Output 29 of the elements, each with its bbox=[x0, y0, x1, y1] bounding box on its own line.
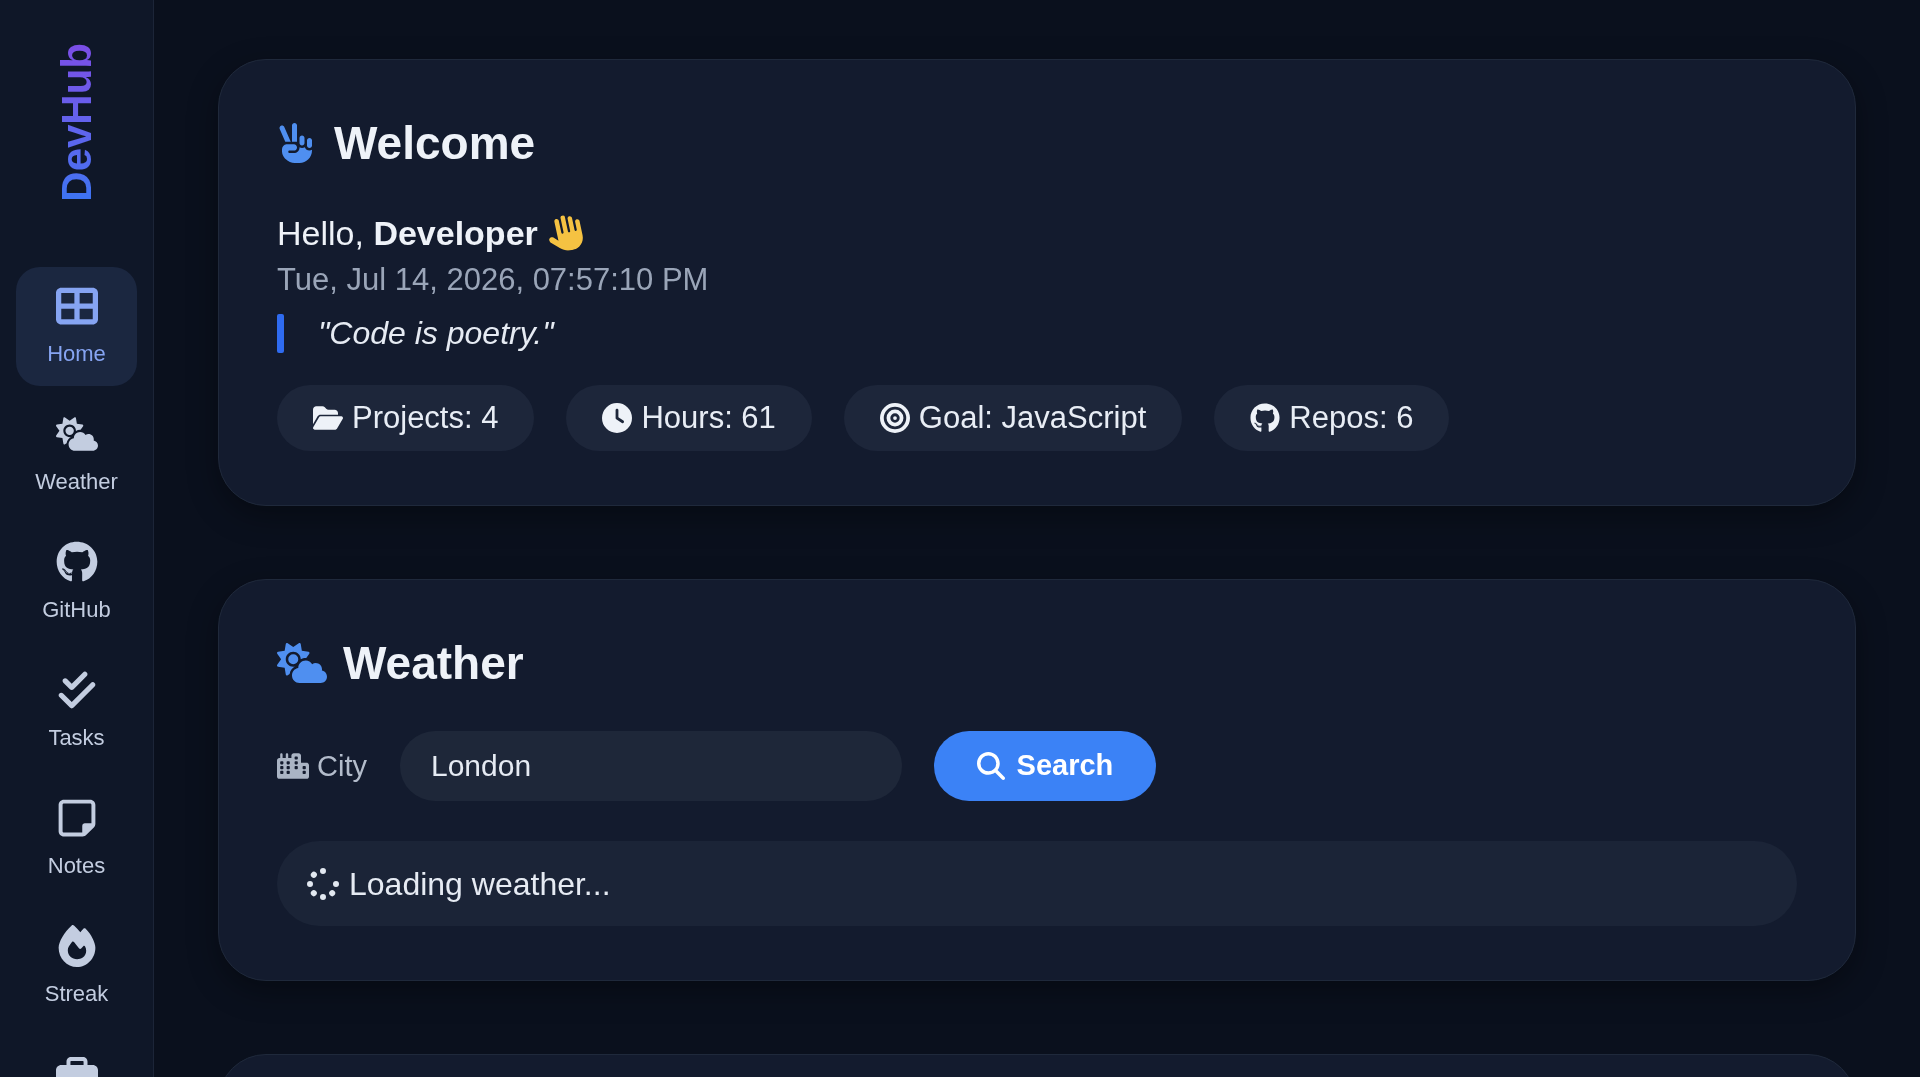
folder-open-icon bbox=[313, 403, 343, 433]
nav-item[interactable]: Notes bbox=[16, 778, 137, 898]
city-input[interactable]: London bbox=[399, 731, 902, 801]
clock-icon bbox=[602, 403, 633, 433]
city-label: City bbox=[317, 749, 367, 784]
quote-text: "Code is poetry." bbox=[318, 314, 554, 353]
nav-item[interactable]: Tasks bbox=[16, 650, 137, 770]
date-time-text: Tue, Jul 14, 2026, 07:57:10 PM bbox=[277, 261, 710, 299]
cloud-sun-icon bbox=[277, 643, 327, 683]
quote-bar bbox=[277, 313, 284, 353]
nav-item[interactable]: Home bbox=[16, 266, 137, 386]
buildings-icon bbox=[277, 753, 309, 779]
greeting-text: Hello, Developer bbox=[277, 213, 538, 254]
card-title: Weather bbox=[343, 637, 524, 689]
nav-item[interactable]: Weather bbox=[16, 394, 137, 514]
target-icon bbox=[879, 403, 910, 433]
loading-text: Loading weather... bbox=[349, 864, 611, 904]
github-logo-icon bbox=[1250, 403, 1281, 433]
stat-text: Repos: 6 bbox=[1289, 399, 1414, 437]
github-logo-icon bbox=[55, 540, 98, 583]
stat-text: Goal: JavaScript bbox=[918, 399, 1147, 437]
card-title: Welcome bbox=[334, 117, 536, 169]
stat-text: Projects: 4 bbox=[352, 399, 499, 437]
spinner-icon bbox=[307, 867, 339, 900]
search-button[interactable]: Search bbox=[933, 731, 1156, 801]
nav-item[interactable]: GitHub bbox=[16, 522, 137, 642]
search-icon bbox=[976, 752, 1005, 780]
stat-text: Hours: 61 bbox=[641, 399, 776, 437]
nav-item[interactable]: Streak bbox=[16, 906, 137, 1026]
